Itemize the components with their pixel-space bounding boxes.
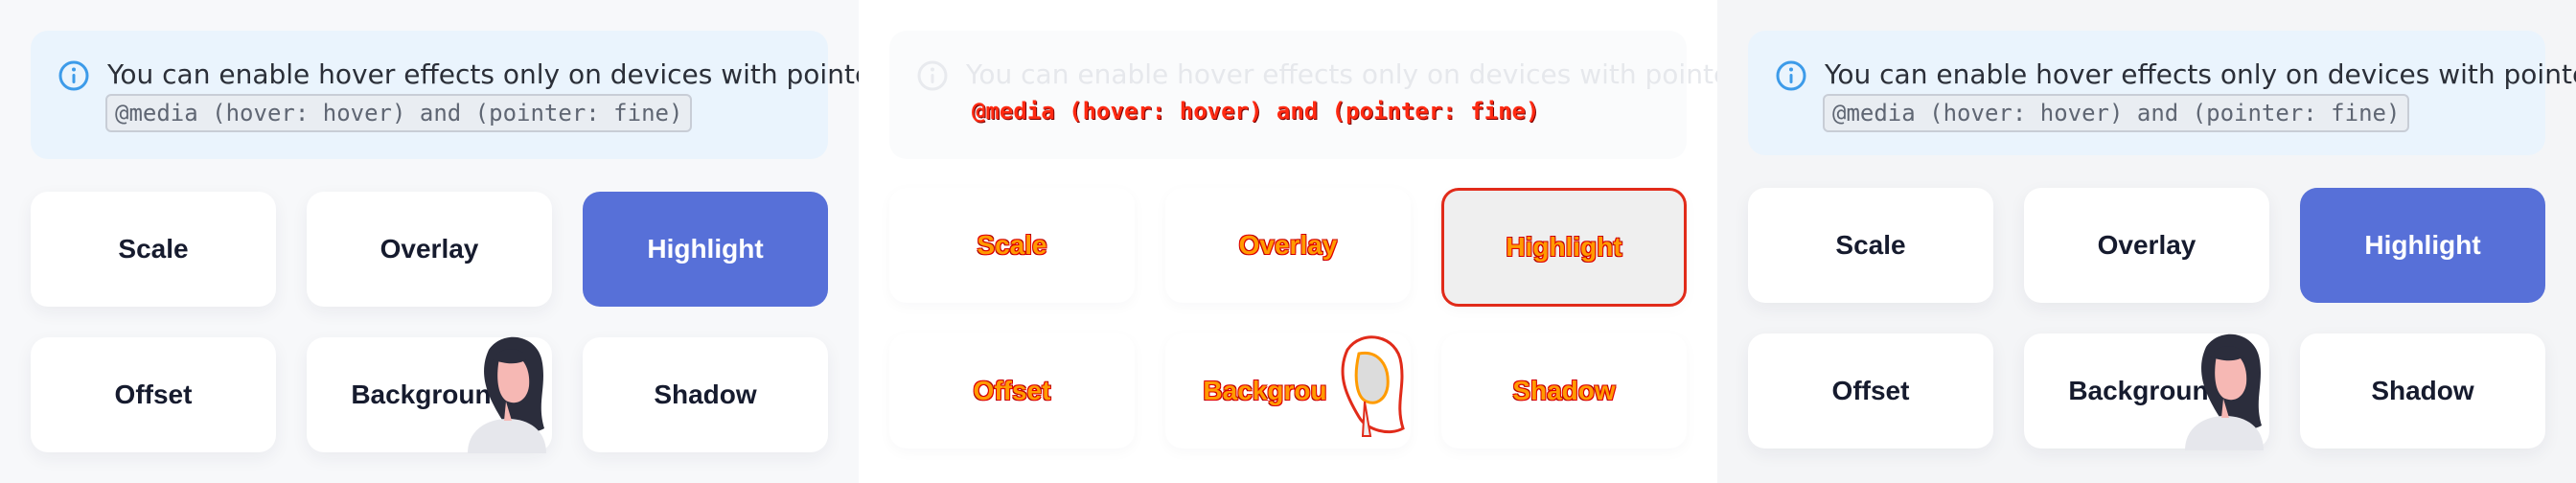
info-callout: You can enable hover effects only on dev… [1748,31,2576,155]
offset-button[interactable]: Offset [889,334,1135,448]
info-message: You can enable hover effects only on dev… [107,58,891,90]
scale-button[interactable]: Scale [889,188,1135,303]
background-button-label: Background [2068,376,2225,405]
info-code: @media (hover: hover) and (pointer: fine… [972,98,1540,125]
panel-diff: You can enable hover effects only on dev… [859,0,1750,483]
highlight-button[interactable]: Highlight [2300,188,2545,303]
info-icon [58,60,89,91]
info-code: @media (hover: hover) and (pointer: fine… [105,94,693,132]
info-callout: You can enable hover effects only on dev… [889,31,1750,159]
highlight-button[interactable]: Highlight [583,192,828,307]
offset-button[interactable]: Offset [1748,334,1993,448]
panel-original: You can enable hover effects only on dev… [0,0,891,483]
background-button[interactable]: Background [2024,334,2269,448]
panel-rendered: You can enable hover effects only on dev… [1717,0,2576,483]
overlay-button[interactable]: Overlay [1165,188,1411,303]
shadow-button[interactable]: Shadow [583,337,828,452]
shadow-button[interactable]: Shadow [2300,334,2545,448]
offset-button[interactable]: Offset [31,337,276,452]
scale-button[interactable]: Scale [31,192,276,307]
shadow-button[interactable]: Shadow [1441,334,1687,448]
info-message: You can enable hover effects only on dev… [1825,58,2576,90]
info-icon [917,60,948,91]
background-button-label: Backgrou [1203,376,1327,405]
scale-button[interactable]: Scale [1748,188,1993,303]
info-code: @media (hover: hover) and (pointer: fine… [1823,94,2410,132]
info-icon [1776,60,1806,91]
highlight-button[interactable]: Highlight [1441,188,1687,307]
overlay-button[interactable]: Overlay [2024,188,2269,303]
background-button[interactable]: Backgrou [1165,334,1411,448]
info-message: You can enable hover effects only on dev… [966,58,1750,90]
overlay-button[interactable]: Overlay [307,192,552,307]
background-button-label: Background [351,380,508,409]
info-callout: You can enable hover effects only on dev… [31,31,891,159]
background-button[interactable]: Background [307,337,552,452]
